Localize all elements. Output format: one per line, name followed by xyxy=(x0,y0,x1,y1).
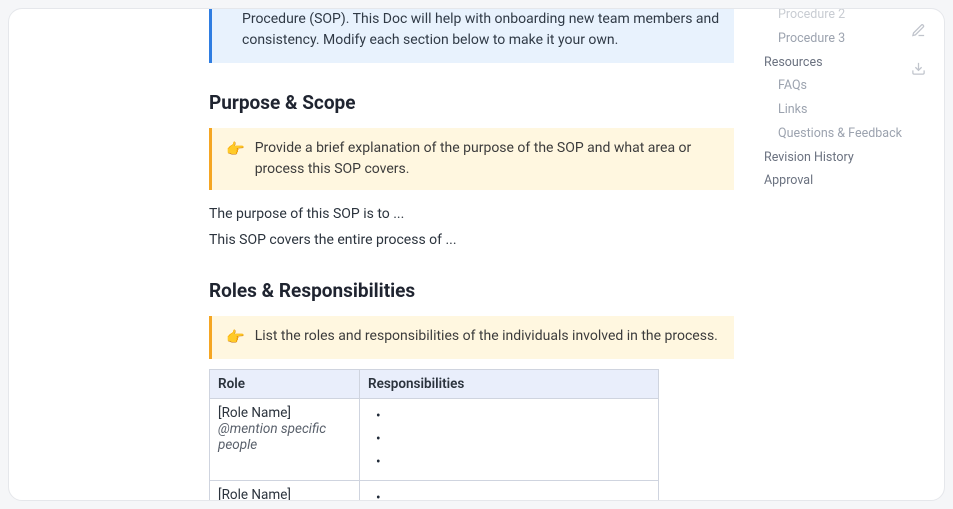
role-mention[interactable]: @mention specific people xyxy=(218,421,351,453)
sidebar-actions xyxy=(911,23,926,85)
pointing-hand-icon: 👉 xyxy=(226,138,245,180)
purpose-body-line-1[interactable]: The purpose of this SOP is to ... xyxy=(209,204,734,226)
role-name[interactable]: [Role Name] xyxy=(218,487,351,500)
purpose-tip-text: Provide a brief explanation of the purpo… xyxy=(255,138,720,180)
responsibilities-cell[interactable]: • • • xyxy=(360,398,659,480)
col-responsibilities: Responsibilities xyxy=(360,369,659,398)
nav-links[interactable]: Links xyxy=(764,98,944,122)
roles-tip-text: List the roles and responsibilities of t… xyxy=(255,326,720,349)
purpose-tip-callout: 👉 Provide a brief explanation of the pur… xyxy=(209,128,734,190)
document-frame: Procedure (SOP). This Doc will help with… xyxy=(8,8,945,501)
purpose-heading: Purpose & Scope xyxy=(209,91,734,114)
nav-procedure-2[interactable]: Procedure 2 xyxy=(764,8,944,27)
pointing-hand-icon: 👉 xyxy=(226,326,245,349)
roles-tip-callout: 👉 List the roles and responsibilities of… xyxy=(209,316,734,359)
outline-sidebar: Procedure 2 Procedure 3 Resources FAQs L… xyxy=(764,9,944,500)
nav-approval[interactable]: Approval xyxy=(764,169,944,193)
nav-revision-history[interactable]: Revision History xyxy=(764,146,944,170)
table-row[interactable]: [Role Name] @mention specific people • •… xyxy=(210,398,659,480)
col-role: Role xyxy=(210,369,360,398)
role-name[interactable]: [Role Name] xyxy=(218,405,351,421)
purpose-body-line-2[interactable]: This SOP covers the entire process of ..… xyxy=(209,230,734,252)
download-icon[interactable] xyxy=(911,61,926,85)
nav-questions-feedback[interactable]: Questions & Feedback xyxy=(764,122,944,146)
roles-table[interactable]: Role Responsibilities [Role Name] @menti… xyxy=(209,369,659,500)
intro-line-2: consistency. Modify each section below t… xyxy=(242,30,720,51)
responsibilities-cell[interactable]: • • • xyxy=(360,480,659,500)
intro-callout: Procedure (SOP). This Doc will help with… xyxy=(209,9,734,63)
purpose-body[interactable]: The purpose of this SOP is to ... This S… xyxy=(209,204,734,251)
document-content: Procedure (SOP). This Doc will help with… xyxy=(9,9,764,500)
roles-heading: Roles & Responsibilities xyxy=(209,279,734,302)
intro-line-1: Procedure (SOP). This Doc will help with… xyxy=(242,9,720,30)
table-row[interactable]: [Role Name] @mention specific people • •… xyxy=(210,480,659,500)
